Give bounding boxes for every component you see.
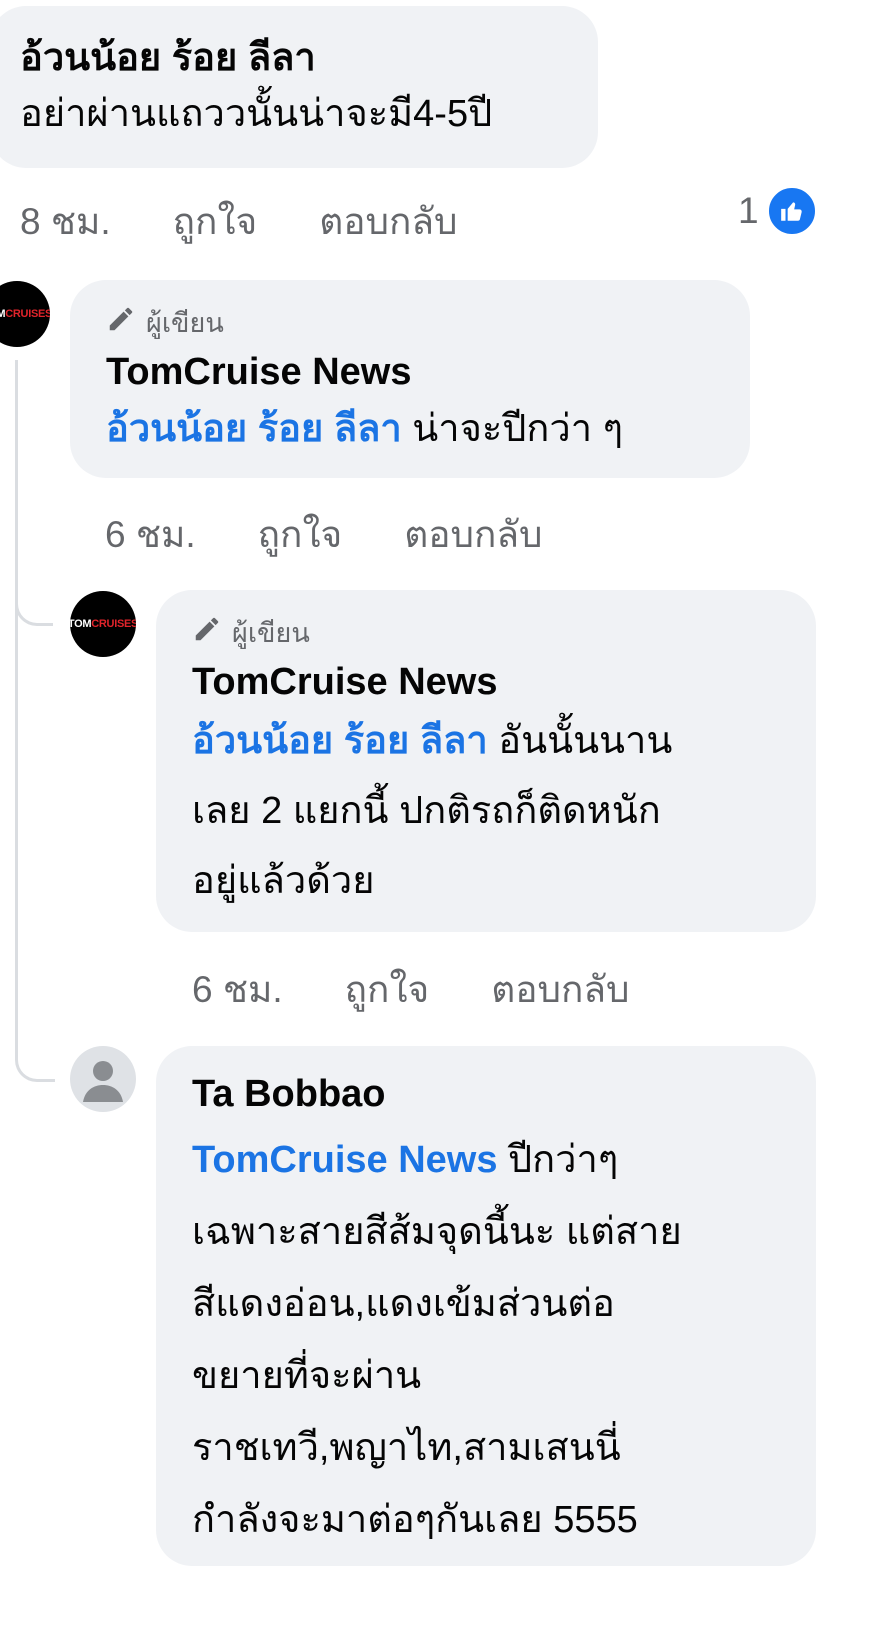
reply-author[interactable]: Ta Bobbao: [192, 1070, 816, 1118]
reply-text-line: ปีกว่าๆ: [497, 1139, 619, 1181]
reply-author[interactable]: TomCruise News: [106, 348, 750, 396]
mention-link[interactable]: TomCruise News: [192, 1139, 497, 1181]
reply-author[interactable]: TomCruise News: [192, 658, 816, 706]
comment-author[interactable]: อ้วนน้อย ร้อย ลีลา: [20, 34, 598, 82]
tomcruise-logo-icon: TOMCRUISES: [0, 308, 50, 320]
reply-text-body: น่าจะปีกว่า ๆ: [401, 408, 624, 450]
reply-text: อ้วนน้อย ร้อย ลีลา น่าจะปีกว่า ๆ: [106, 396, 750, 462]
avatar[interactable]: TOMCRUISES: [0, 281, 50, 347]
comment-actions: 8 ชม. ถูกใจ ตอบกลับ: [20, 192, 520, 251]
mention-link[interactable]: อ้วนน้อย ร้อย ลีลา: [106, 408, 402, 450]
reaction-summary[interactable]: 1: [738, 186, 817, 236]
comment-bubble: อ้วนน้อย ร้อย ลีลา อย่าผ่านแถววนั้นน่าจะ…: [0, 6, 598, 168]
default-user-icon: [83, 1061, 123, 1102]
author-badge: ผู้เขียน: [192, 612, 816, 652]
reply-text-line: กำลังจะมาต่อๆกันเลย 5555: [192, 1499, 638, 1541]
reply-text-line: เลย 2 แยกนี้ ปกติรถก็ติดหนัก: [192, 790, 661, 832]
reply-text-line: สีแดงอ่อน,แดงเข้มส่วนต่อ: [192, 1283, 615, 1325]
reply-bubble: ผู้เขียน TomCruise News อ้วนน้อย ร้อย ลี…: [70, 280, 750, 478]
comment-text: อย่าผ่านแถววนั้นน่าจะมี4-5ปี: [20, 93, 493, 135]
reply-text-line: อยู่แล้วด้วย: [192, 860, 375, 902]
like-icon: [766, 186, 817, 236]
reply-time[interactable]: 6 ชม.: [192, 960, 283, 1019]
pencil-icon: [192, 614, 222, 651]
reply-text-line: อันนั้นนาน: [487, 720, 673, 762]
author-badge-label: ผู้เขียน: [146, 307, 224, 338]
like-button[interactable]: ถูกใจ: [173, 192, 258, 251]
reaction-count: 1: [738, 190, 759, 231]
like-button[interactable]: ถูกใจ: [258, 505, 343, 564]
pencil-icon: [106, 304, 136, 341]
mention-link[interactable]: อ้วนน้อย ร้อย ลีลา: [192, 720, 488, 762]
avatar[interactable]: TOMCRUISES: [70, 591, 136, 657]
author-badge-label: ผู้เขียน: [232, 617, 310, 648]
avatar[interactable]: [70, 1046, 136, 1112]
reply-bubble: ผู้เขียน TomCruise News อ้วนน้อย ร้อย ลี…: [156, 590, 816, 932]
tomcruise-logo-icon: TOMCRUISES: [70, 618, 136, 630]
comment-time[interactable]: 8 ชม.: [20, 192, 111, 251]
reply-button[interactable]: ตอบกลับ: [319, 192, 457, 251]
reply-bubble: Ta Bobbao TomCruise News ปีกว่าๆ เฉพาะสา…: [156, 1046, 816, 1566]
reply-button[interactable]: ตอบกลับ: [491, 960, 629, 1019]
reply-time[interactable]: 6 ชม.: [105, 505, 196, 564]
reply-button[interactable]: ตอบกลับ: [404, 505, 542, 564]
reply-text-line: เฉพาะสายสีส้มจุดนี้นะ แต่สาย: [192, 1211, 682, 1253]
reply-text-line: ขยายที่จะผ่าน: [192, 1355, 422, 1397]
thread-connector: [15, 360, 55, 1082]
reply-text: TomCruise News ปีกว่าๆ เฉพาะสายสีส้มจุดน…: [192, 1124, 816, 1556]
reply-text: อ้วนน้อย ร้อย ลีลา อันนั้นนาน เลย 2 แยกน…: [192, 706, 816, 916]
reply-text-line: ราชเทวี,พญาไท,สามเสนนี่: [192, 1427, 621, 1469]
reply-actions: 6 ชม. ถูกใจ ตอบกลับ: [192, 960, 692, 1019]
reply-actions: 6 ชม. ถูกใจ ตอบกลับ: [105, 505, 605, 564]
like-button[interactable]: ถูกใจ: [345, 960, 430, 1019]
author-badge: ผู้เขียน: [106, 302, 750, 342]
